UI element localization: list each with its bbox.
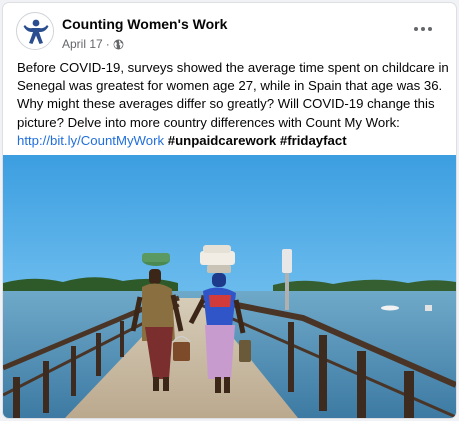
page-avatar[interactable] [16, 12, 54, 50]
counting-womens-work-logo [18, 14, 53, 49]
post-date[interactable]: April 17 [62, 37, 103, 51]
post-text: Before COVID-19, surveys showed the aver… [17, 59, 449, 150]
facebook-post: Counting Women's Work April 17 · Before … [3, 3, 456, 418]
hashtag-fridayfact[interactable]: #fridayfact [280, 133, 347, 148]
more-options-icon[interactable] [405, 15, 441, 43]
post-meta: April 17 · [62, 37, 124, 51]
post-header: Counting Women's Work April 17 · [3, 3, 456, 55]
page-name[interactable]: Counting Women's Work [62, 16, 227, 32]
globe-icon[interactable] [113, 39, 124, 50]
meta-separator: · [105, 37, 110, 51]
post-body: Before COVID-19, surveys showed the aver… [17, 60, 449, 130]
hashtag-unpaidcarework[interactable]: #unpaidcarework [168, 133, 276, 148]
count-my-work-link[interactable]: http://bit.ly/CountMyWork [17, 133, 164, 148]
post-photo[interactable] [3, 155, 456, 418]
